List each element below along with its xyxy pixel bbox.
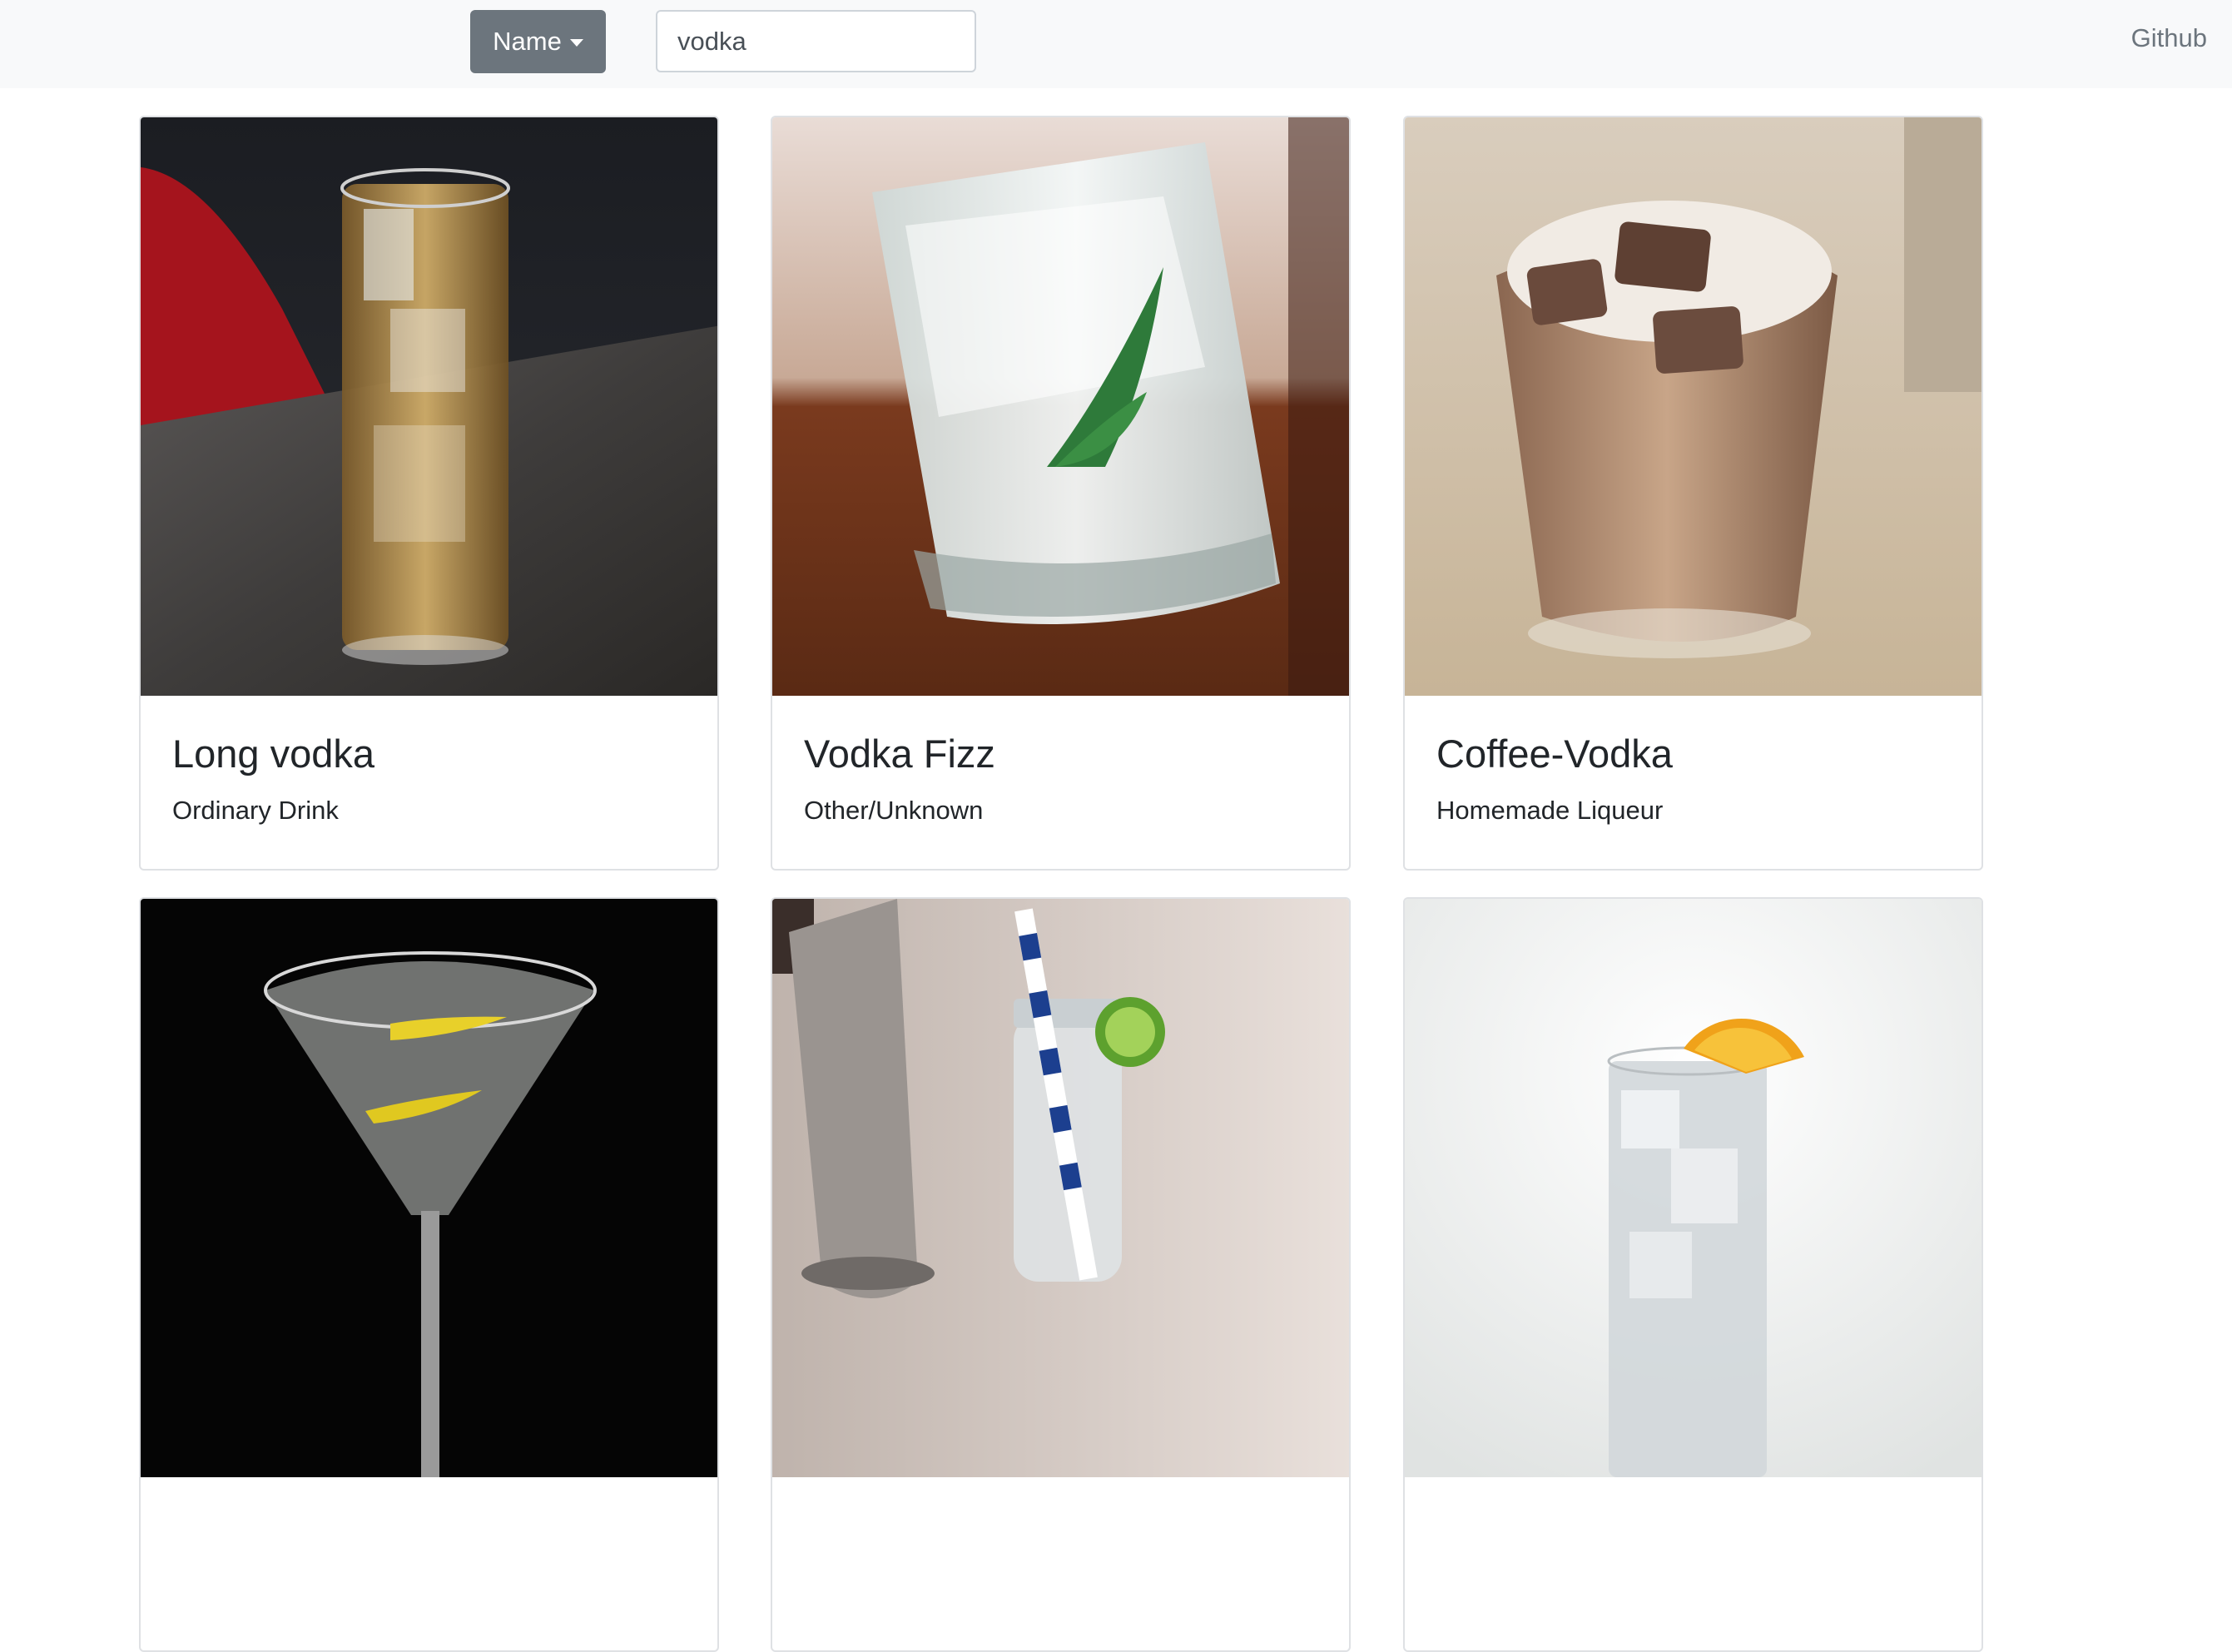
drink-image <box>1405 899 1982 1477</box>
drink-card[interactable]: Coffee-Vodka Homemade Liqueur <box>1403 116 1983 871</box>
drink-image <box>141 117 717 696</box>
drink-card[interactable] <box>771 897 1351 1652</box>
drink-category <box>172 1512 686 1530</box>
github-link[interactable]: Github <box>2131 23 2207 53</box>
filter-by-dropdown-button[interactable]: Name <box>470 10 606 73</box>
drink-category: Homemade Liqueur <box>1436 796 1664 825</box>
drink-title: Long vodka <box>172 732 375 776</box>
card-body: Long vodka Ordinary Drink <box>141 696 717 869</box>
drink-card[interactable]: Vodka Fizz Other/Unknown <box>771 116 1351 871</box>
drink-card[interactable] <box>139 897 719 1652</box>
search-input[interactable] <box>656 10 976 72</box>
card-body: Coffee-Vodka Homemade Liqueur <box>1405 696 1982 869</box>
drink-title <box>804 1477 1317 1512</box>
navbar: Name Github <box>0 0 2232 88</box>
drink-image <box>772 899 1349 1477</box>
card-body <box>1405 1477 1982 1650</box>
caret-down-icon <box>569 38 583 47</box>
card-body <box>772 1477 1349 1650</box>
drink-title: Vodka Fizz <box>804 732 995 776</box>
drink-title: Coffee-Vodka <box>1436 732 1673 776</box>
drink-image <box>772 117 1349 696</box>
filter-by-label: Name <box>493 27 562 56</box>
drink-card[interactable]: Long vodka Ordinary Drink <box>139 116 719 871</box>
drink-title <box>172 1477 686 1512</box>
card-body: Vodka Fizz Other/Unknown <box>772 696 1349 869</box>
drink-category <box>1436 1512 1950 1530</box>
drink-image <box>141 899 717 1477</box>
drink-card[interactable] <box>1403 897 1983 1652</box>
drink-title <box>1436 1477 1950 1512</box>
drink-category: Ordinary Drink <box>172 796 339 825</box>
card-body <box>141 1477 717 1650</box>
drink-category: Other/Unknown <box>804 796 984 825</box>
drink-category <box>804 1512 1317 1530</box>
drink-image <box>1405 117 1982 696</box>
